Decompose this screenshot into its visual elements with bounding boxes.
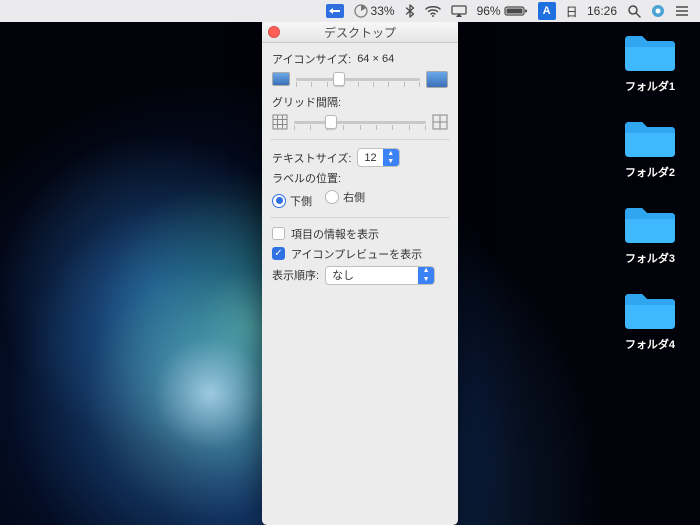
sort-by-select[interactable]: なし ▲▼	[325, 266, 435, 285]
show-item-info-label: 項目の情報を表示	[291, 226, 379, 242]
small-preview-icon	[272, 72, 290, 86]
folder-icon	[622, 116, 678, 160]
show-item-info-checkbox[interactable]: 項目の情報を表示	[272, 226, 448, 242]
folder-icon	[622, 288, 678, 332]
text-size-stepper[interactable]: 12 ▲▼	[357, 148, 399, 167]
window-titlebar[interactable]: デスクトップ	[262, 22, 458, 43]
checkbox-icon	[272, 247, 285, 260]
radio-right-label: 右側	[343, 189, 365, 205]
icon-size-slider[interactable]	[272, 70, 448, 88]
folder-label: フォルダ3	[625, 250, 675, 266]
grid-spacing-slider[interactable]	[272, 113, 448, 131]
desktop-folder[interactable]: フォルダ1	[614, 30, 686, 94]
radio-dot-icon	[325, 190, 339, 204]
desktop-icons-area: フォルダ1 フォルダ2 フォルダ3 フォルダ4	[614, 30, 686, 352]
sort-by-value: なし	[326, 267, 418, 283]
menu-extra-app-icon[interactable]	[321, 0, 349, 22]
wifi-icon[interactable]	[420, 0, 446, 22]
grid-large-icon	[432, 114, 448, 130]
grid-small-icon	[272, 114, 288, 130]
text-size-value: 12	[358, 152, 382, 164]
slider-thumb[interactable]	[333, 72, 345, 86]
radio-dot-icon	[272, 194, 286, 208]
label-position-bottom-radio[interactable]: 下側	[272, 193, 312, 209]
radio-bottom-label: 下側	[290, 193, 312, 209]
clock-time: 16:26	[587, 4, 617, 18]
chevron-down-icon[interactable]: ▼	[418, 275, 434, 284]
notification-center-icon[interactable]	[670, 0, 694, 22]
text-size-label: テキストサイズ:	[272, 150, 351, 166]
disk-usage-indicator[interactable]: 33%	[349, 0, 400, 22]
battery-text: 96%	[477, 4, 501, 18]
icon-size-value: 64 × 64	[357, 53, 394, 65]
clock[interactable]: 日 16:26	[561, 0, 622, 22]
window-title: デスクトップ	[268, 24, 452, 41]
airplay-icon[interactable]	[446, 0, 472, 22]
ime-badge: A	[538, 2, 556, 20]
desktop-folder[interactable]: フォルダ3	[614, 202, 686, 266]
menu-bar: 33% 96% A 日 16:26	[0, 0, 700, 22]
sort-by-label: 表示順序:	[272, 267, 319, 283]
show-icon-preview-label: アイコンプレビューを表示	[291, 246, 422, 262]
view-options-window: デスクトップ アイコンサイズ: 64 × 64 グリッド間隔:	[262, 22, 458, 525]
menu-extra-generic-icon[interactable]	[646, 0, 670, 22]
disk-usage-text: 33%	[371, 4, 395, 18]
bluetooth-icon[interactable]	[400, 0, 420, 22]
label-position-right-radio[interactable]: 右側	[325, 189, 365, 205]
chevron-up-icon[interactable]: ▲	[418, 267, 434, 276]
battery-indicator[interactable]: 96%	[472, 0, 533, 22]
chevron-down-icon[interactable]: ▼	[383, 158, 399, 167]
icon-size-label: アイコンサイズ:	[272, 51, 351, 67]
folder-label: フォルダ4	[625, 336, 675, 352]
desktop-folder[interactable]: フォルダ4	[614, 288, 686, 352]
chevron-up-icon[interactable]: ▲	[383, 149, 399, 158]
checkbox-icon	[272, 227, 285, 240]
folder-icon	[622, 30, 678, 74]
folder-label: フォルダ1	[625, 78, 675, 94]
label-position-label: ラベルの位置:	[272, 170, 341, 186]
spotlight-icon[interactable]	[622, 0, 646, 22]
grid-spacing-label: グリッド間隔:	[272, 94, 341, 110]
large-preview-icon	[426, 71, 448, 88]
clock-day: 日	[566, 3, 578, 20]
folder-icon	[622, 202, 678, 246]
desktop-folder[interactable]: フォルダ2	[614, 116, 686, 180]
input-source-indicator[interactable]: A	[533, 0, 561, 22]
show-icon-preview-checkbox[interactable]: アイコンプレビューを表示	[272, 246, 448, 262]
folder-label: フォルダ2	[625, 164, 675, 180]
slider-thumb[interactable]	[325, 115, 337, 129]
